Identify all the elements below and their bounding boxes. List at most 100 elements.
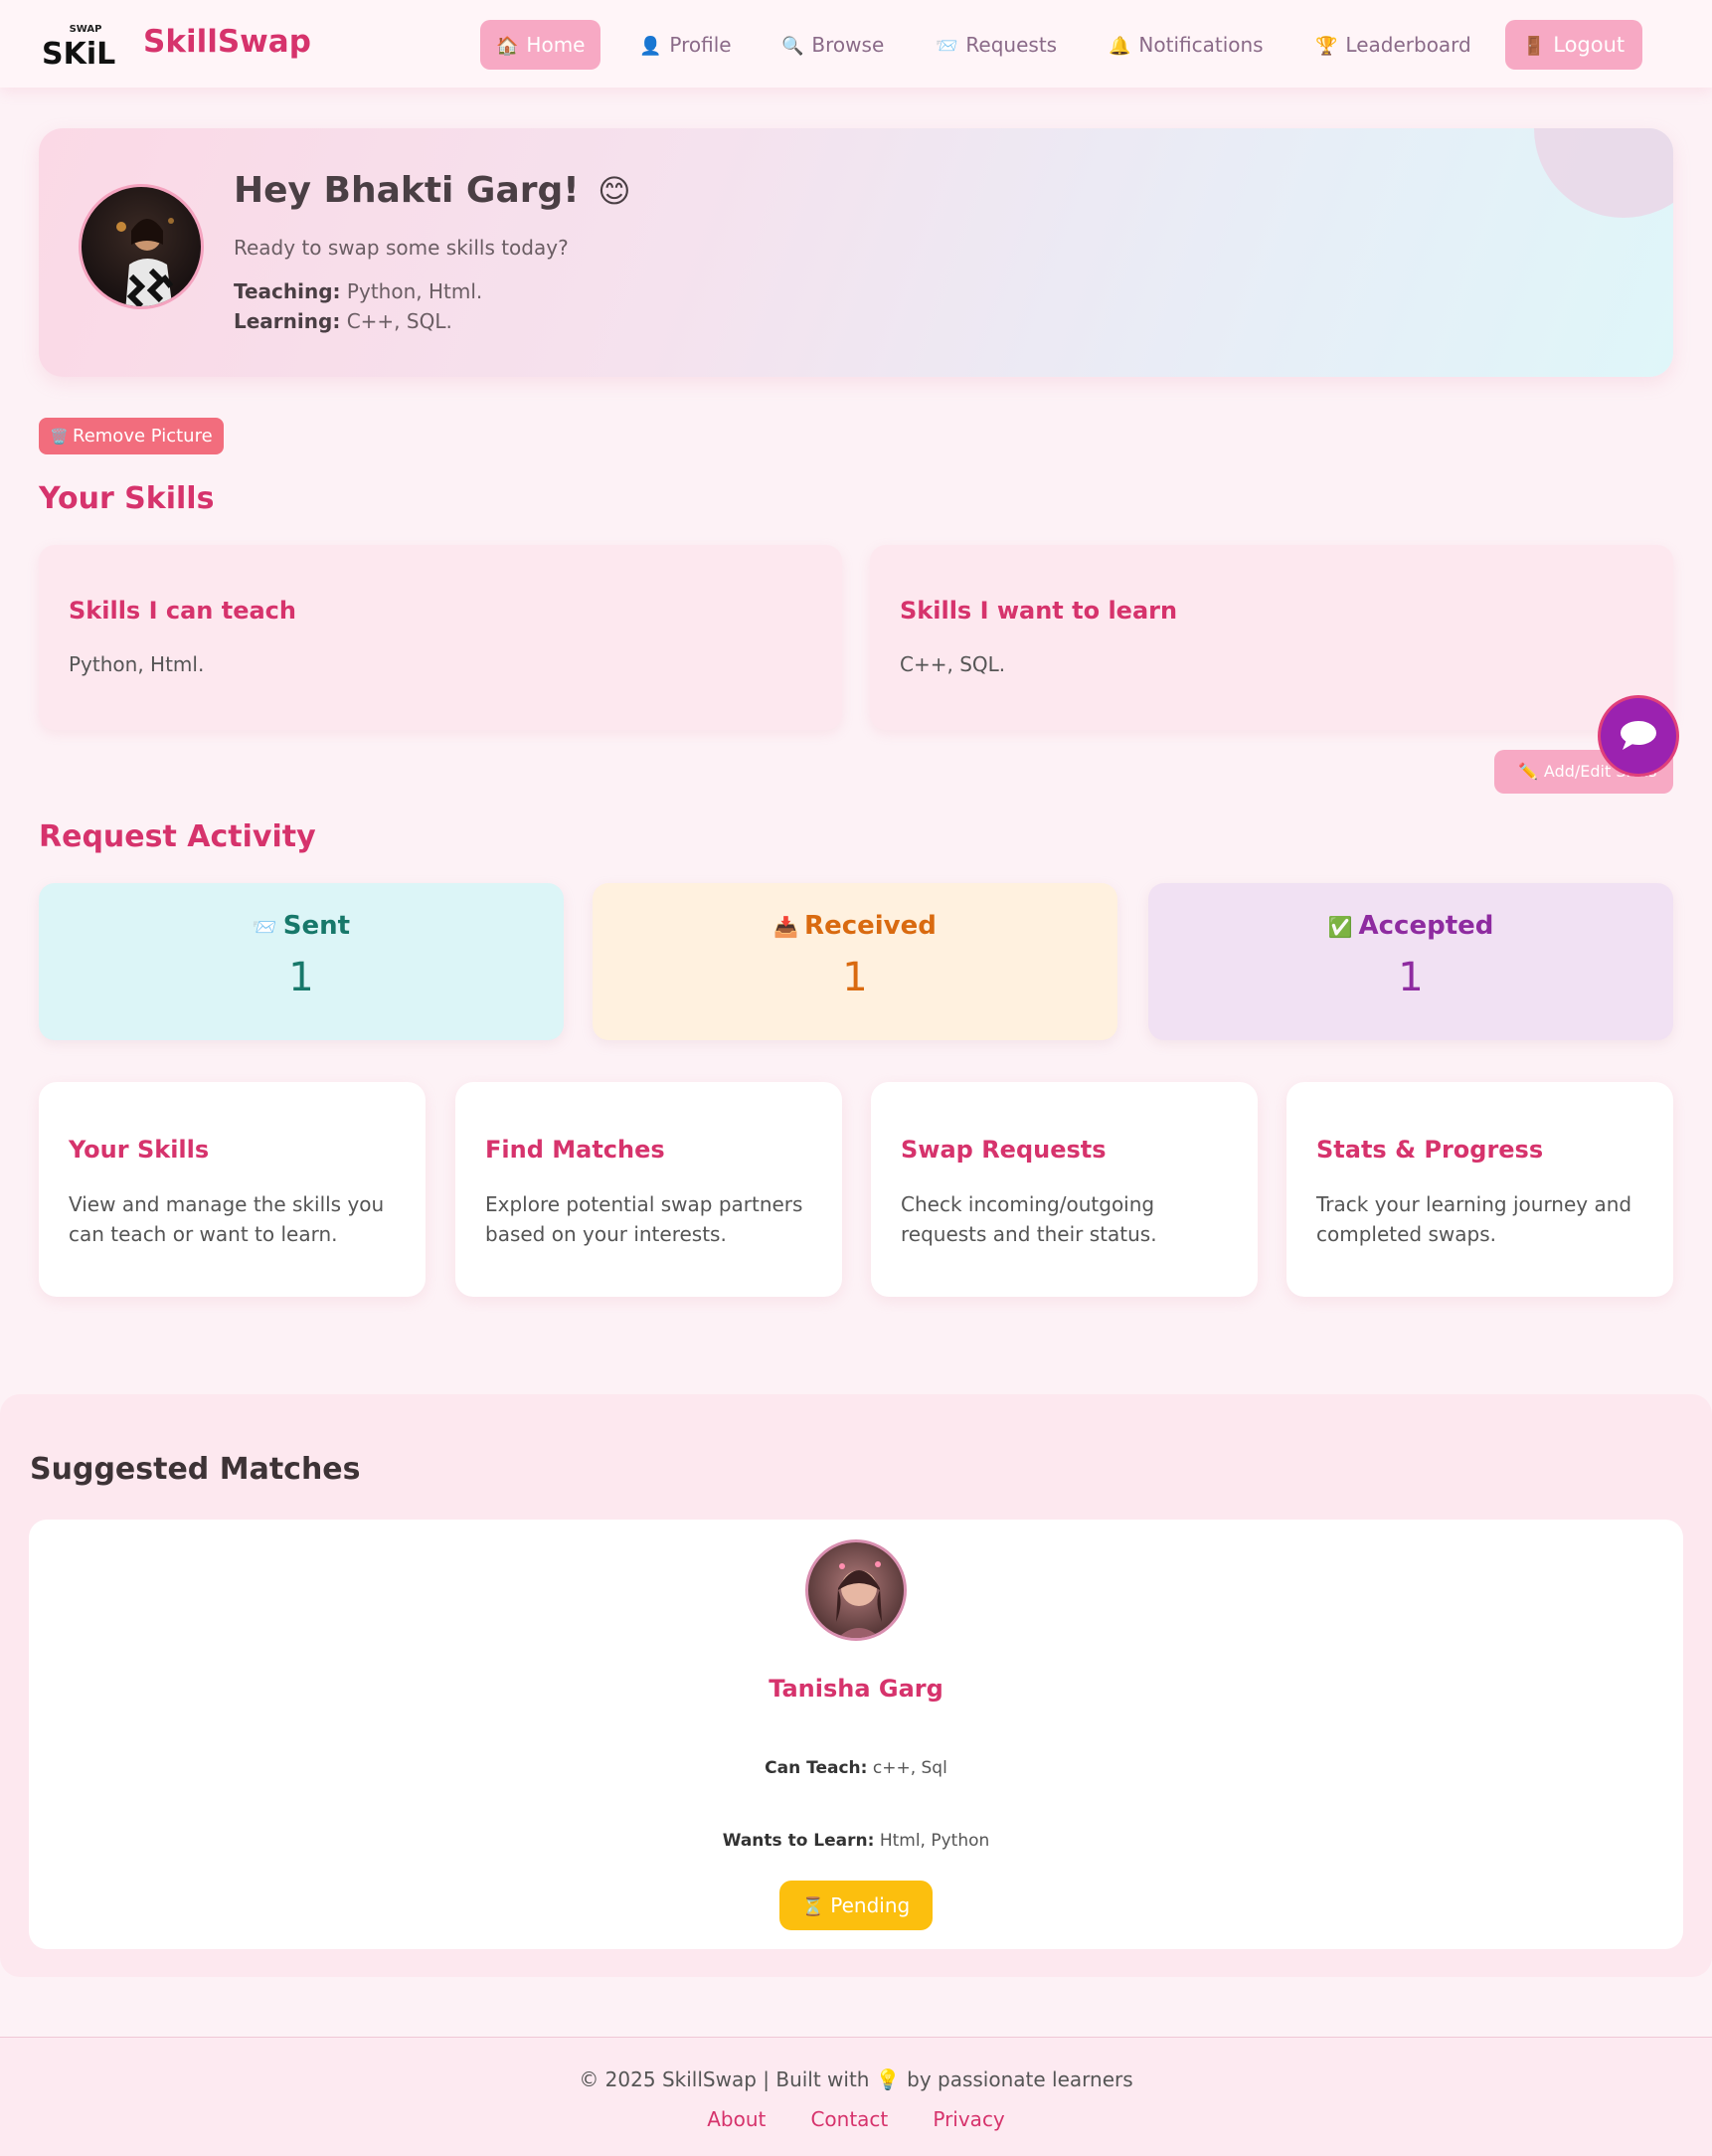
greeting-text: Hey Bhakti Garg! [234,170,580,211]
accepted-stat-card[interactable]: ✅ Accepted 1 [1148,883,1673,1040]
teaching-label: Teaching: [234,279,341,303]
feature-title: Stats & Progress [1316,1136,1544,1164]
pending-status-button[interactable]: ⏳ Pending [779,1881,933,1930]
sent-count: 1 [288,955,314,1000]
welcome-banner: Hey Bhakti Garg! 😊 Ready to swap some sk… [39,128,1673,377]
nav-profile-label: Profile [669,33,732,57]
sent-label-row: 📨 Sent [39,911,564,941]
door-icon: 🚪 [1522,36,1546,57]
footer-link-privacy[interactable]: Privacy [933,2107,1004,2131]
skillswap-logo[interactable]: SWAP SKiL [40,20,131,68]
logout-button[interactable]: 🚪 Logout [1505,20,1642,70]
sent-stat-card[interactable]: 📨 Sent 1 [39,883,564,1040]
feature-title: Your Skills [69,1136,210,1164]
teaching-value: Python, Html. [346,279,483,303]
wants-learn-label: Wants to Learn: [722,1831,875,1851]
decorative-circle [1534,128,1673,218]
teach-skills-card: Skills I can teach Python, Html. [39,545,842,730]
request-activity-heading: Request Activity [39,819,316,854]
page-footer: © 2025 SkillSwap | Built with 💡 by passi… [0,2037,1712,2156]
profile-photo-illustration [116,218,174,306]
inbox-icon: 📥 [773,915,799,939]
home-icon: 🏠 [496,36,519,57]
envelope-icon: 📨 [252,915,277,939]
footer-text-after: by passionate learners [907,2067,1133,2091]
match-name: Tanisha Garg [769,1675,943,1703]
nav-browse[interactable]: 🔍 Browse [766,20,900,70]
lightbulb-icon: 💡 [875,2067,901,2091]
bell-icon: 🔔 [1109,36,1131,57]
greeting-subtitle: Ready to swap some skills today? [234,236,569,260]
footer-link-contact[interactable]: Contact [810,2107,888,2131]
teach-skills-title: Skills I can teach [69,597,296,625]
feature-card-swap-requests[interactable]: Swap Requests Check incoming/outgoing re… [871,1082,1258,1297]
feature-text: View and manage the skills you can teach… [69,1192,385,1246]
suggested-matches-heading: Suggested Matches [30,1452,361,1487]
feature-text: Explore potential swap partners based on… [485,1192,803,1246]
remove-picture-button[interactable]: 🗑️ Remove Picture [39,418,224,454]
brand-name[interactable]: SkillSwap [143,24,311,60]
nav-requests-label: Requests [965,33,1058,57]
feature-title: Swap Requests [901,1136,1107,1164]
chat-bubble-button[interactable] [1601,698,1676,774]
feature-text: Track your learning journey and complete… [1316,1192,1632,1246]
nav-profile[interactable]: 👤 Profile [623,20,748,70]
match-photo-illustration [836,1561,882,1638]
greeting-title: Hey Bhakti Garg! 😊 [234,170,631,211]
smile-icon: 😊 [598,172,631,210]
trophy-icon: 🏆 [1315,36,1338,57]
nav-leaderboard[interactable]: 🏆 Leaderboard [1299,20,1487,70]
match-wants-learn: Wants to Learn: Html, Python [29,1831,1683,1851]
can-teach-value: c++, Sql [872,1758,947,1778]
pending-label: Pending [830,1893,911,1917]
footer-link-about[interactable]: About [707,2107,766,2131]
nav-notifications[interactable]: 🔔 Notifications [1093,20,1280,70]
accepted-label-row: ✅ Accepted [1148,911,1673,941]
learning-value: C++, SQL. [346,309,452,333]
sent-label: Sent [282,911,351,941]
feature-text: Check incoming/outgoing requests and the… [901,1192,1157,1246]
learn-skills-value: C++, SQL. [900,652,1006,676]
feature-card-your-skills[interactable]: Your Skills View and manage the skills y… [39,1082,426,1297]
nav-requests[interactable]: 📨 Requests [920,20,1073,70]
match-card: Tanisha Garg Can Teach: c++, Sql Wants t… [29,1520,1683,1949]
match-can-teach: Can Teach: c++, Sql [29,1758,1683,1778]
wants-learn-value: Html, Python [879,1831,990,1851]
top-navbar: SWAP SKiL SkillSwap 🏠 Home 👤 Profile 🔍 Brow… [0,0,1712,88]
received-label-row: 📥 Received [593,911,1117,941]
profile-avatar[interactable] [79,184,204,309]
feature-card-find-matches[interactable]: Find Matches Explore potential swap part… [455,1082,842,1297]
feature-card-stats-progress[interactable]: Stats & Progress Track your learning jou… [1286,1082,1673,1297]
feature-title: Find Matches [485,1136,665,1164]
nav-home[interactable]: 🏠 Home [480,20,601,70]
learn-skills-card: Skills I want to learn C++, SQL. [870,545,1673,730]
accepted-count: 1 [1398,955,1424,1000]
accepted-label: Accepted [1358,911,1494,941]
teaching-summary: Teaching: Python, Html. [234,279,482,303]
learning-label: Learning: [234,309,341,333]
svg-text:SWAP: SWAP [70,24,102,35]
your-skills-heading: Your Skills [39,481,215,516]
logout-label: Logout [1553,33,1626,57]
suggested-matches-section: Suggested Matches Tanisha Garg Can Teach… [0,1394,1712,1977]
match-avatar[interactable] [805,1539,907,1641]
svg-text:SKiL: SKiL [42,37,115,68]
search-icon: 🔍 [781,36,804,57]
can-teach-label: Can Teach: [765,1758,868,1778]
checkmark-icon: ✅ [1327,915,1353,939]
envelope-icon: 📨 [936,36,958,57]
remove-picture-label: Remove Picture [73,426,213,447]
received-label: Received [804,911,937,941]
learning-summary: Learning: C++, SQL. [234,309,452,333]
footer-text-before: © 2025 SkillSwap | Built with [579,2067,870,2091]
nav-home-label: Home [526,33,586,57]
pencil-icon: ✏️ [1518,762,1538,781]
speech-bubble-icon [1621,721,1656,750]
received-stat-card[interactable]: 📥 Received 1 [593,883,1117,1040]
user-icon: 👤 [639,36,662,57]
hourglass-icon: ⏳ [801,1896,825,1917]
nav-notifications-label: Notifications [1138,33,1264,57]
nav-browse-label: Browse [811,33,885,57]
learn-skills-title: Skills I want to learn [900,597,1178,625]
received-count: 1 [842,955,868,1000]
